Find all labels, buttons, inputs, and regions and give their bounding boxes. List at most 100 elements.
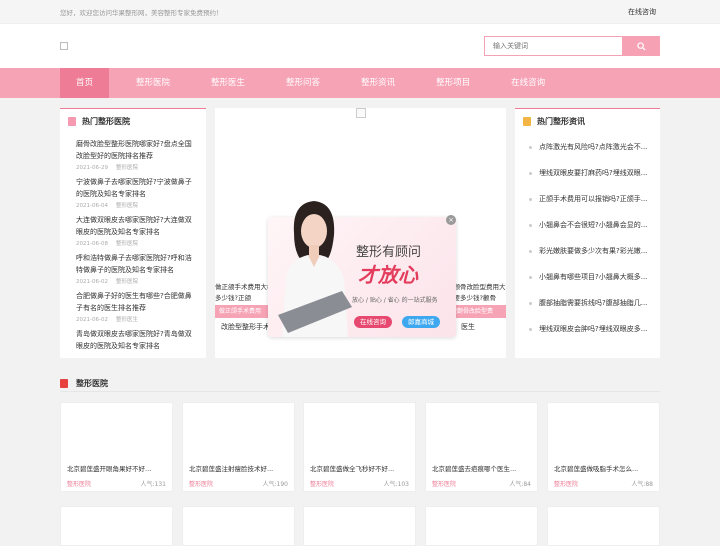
item-title[interactable]: 合肥做鼻子好的医生有哪些?合肥做鼻子有名的医生排名推荐 <box>76 290 198 314</box>
bullet-icon <box>529 197 532 201</box>
featured-caption[interactable]: 改脸型整形手术 <box>221 322 270 332</box>
hospital-card[interactable]: 北京碧莲盛注射瘦脸技术好... 整形医院 人气:190 <box>182 402 295 492</box>
card-title[interactable]: 北京碧莲盛做全飞秒好不好... <box>310 463 409 473</box>
nav-home[interactable]: 首页 <box>60 68 110 98</box>
hospital-card[interactable]: 北京碧莲盛做全飞秒好不好... 整形医院 人气:103 <box>303 402 416 492</box>
section-icon <box>60 379 68 388</box>
card-tag[interactable]: 整形医院 <box>554 479 578 488</box>
bullet-icon <box>529 249 532 253</box>
hospital-card[interactable] <box>60 506 173 546</box>
consult-popup: × 整形有顾问 才放心 放心 / 贴心 / 省心 的一站式服务 在线咨询 郎嘉商… <box>268 195 458 337</box>
item-title[interactable]: 呼和浩特做鼻子去哪家医院好?呼和浩特做鼻子的医院及知名专家排名 <box>76 252 198 276</box>
card-title[interactable]: 北京碧莲盛开眼角果好不好... <box>67 463 166 473</box>
card-title[interactable]: 北京碧莲盛注射瘦脸技术好... <box>189 463 288 473</box>
hospital-card[interactable]: 北京碧莲盛开眼角果好不好... 整形医院 人气:131 <box>60 402 173 492</box>
top-bar: 您好，欢迎您访问华果整形网，美容整形专家免费预约！ 在线咨询 <box>0 0 720 24</box>
card-views: 人气:103 <box>383 481 409 488</box>
item-meta: 2021-06-02 整形医院 <box>76 279 138 285</box>
news-item[interactable]: 点阵激光有风险吗?点阵激光会不... <box>515 134 660 160</box>
logo-image[interactable] <box>60 42 68 50</box>
panel-title: 热门整形资讯 <box>515 108 660 134</box>
card-meta: 整形医院 人气:131 <box>67 479 166 488</box>
card-meta: 整形医院 人气:103 <box>310 479 409 488</box>
search-box <box>484 36 660 56</box>
card-views: 人气:88 <box>631 481 653 488</box>
search-button[interactable] <box>622 36 660 56</box>
item-meta: 2021-06-29 整形医院 <box>76 165 138 171</box>
nav-projects[interactable]: 整形项目 <box>422 68 484 98</box>
nav-hospitals[interactable]: 整形医院 <box>122 68 184 98</box>
card-tag[interactable]: 整形医院 <box>189 479 213 488</box>
featured-caption[interactable]: 医生 <box>461 322 475 332</box>
section-title: 整形医院 <box>76 379 108 388</box>
bullet-icon <box>529 301 532 305</box>
nav-doctors[interactable]: 整形医生 <box>197 68 259 98</box>
hospital-card[interactable] <box>425 506 538 546</box>
item-title[interactable]: 大连做双眼皮去哪家医院好?大连做双眼皮的医院及知名专家排名 <box>76 214 198 238</box>
section-header: 整形医院 <box>60 376 660 392</box>
news-item[interactable]: 埋线双眼皮会肿吗?埋线双眼皮多... <box>515 316 660 342</box>
card-tag[interactable]: 整形医院 <box>432 479 456 488</box>
list-item[interactable]: 宁波做鼻子去哪家医院好?宁波做鼻子的医院及知名专家排名 2021-06-04 整形医… <box>60 176 206 210</box>
item-meta: 2021-06-04 整形医院 <box>76 203 138 209</box>
nav-news[interactable]: 整形资讯 <box>347 68 409 98</box>
card-views: 人气:190 <box>262 481 288 488</box>
card-tag[interactable]: 整形医院 <box>310 479 334 488</box>
card-title[interactable]: 北京碧莲盛做吸脂手术怎么... <box>554 463 653 473</box>
online-consult-button[interactable]: 在线咨询 <box>354 316 392 328</box>
document-icon <box>68 117 76 126</box>
list-item[interactable]: 大连做双眼皮去哪家医院好?大连做双眼皮的医院及知名专家排名 2021-06-08 整… <box>60 214 206 248</box>
bullet-icon <box>529 275 532 279</box>
header <box>0 24 720 68</box>
list-item[interactable]: 磨骨改脸型整形医院哪家好?盘点全国改脸型好的医院排名推荐 2021-06-29 整形… <box>60 138 206 172</box>
card-tag[interactable]: 整形医院 <box>67 479 91 488</box>
card-meta: 整形医院 人气:88 <box>554 479 653 488</box>
panel-title: 热门整形医院 <box>60 108 206 134</box>
list-item[interactable]: 合肥做鼻子好的医生有哪些?合肥做鼻子有名的医生排名推荐 2021-06-02 整形医… <box>60 290 206 324</box>
bullet-icon <box>529 327 532 331</box>
hospital-card[interactable] <box>182 506 295 546</box>
item-meta: 2021-06-02 整形医生 <box>76 317 138 323</box>
news-item[interactable]: 小翘鼻会不会很短?小翘鼻会显的... <box>515 212 660 238</box>
close-icon[interactable]: × <box>446 215 456 225</box>
news-item[interactable]: 小翘鼻有哪些项目?小翘鼻大概多... <box>515 264 660 290</box>
bullet-icon <box>529 145 532 149</box>
news-item[interactable]: 腹部抽脂需要拆线吗?腹部抽脂几... <box>515 290 660 316</box>
nav-qa[interactable]: 整形问答 <box>272 68 334 98</box>
hospital-card[interactable]: 北京碧莲盛去疤痕哪个医生... 整形医院 人气:84 <box>425 402 538 492</box>
hot-hospitals-panel: 热门整形医院 磨骨改脸型整形医院哪家好?盘点全国改脸型好的医院排名推荐 2021-… <box>60 108 206 358</box>
card-views: 人气:84 <box>509 481 531 488</box>
list-item[interactable]: 呼和浩特做鼻子去哪家医院好?呼和浩特做鼻子的医院及知名专家排名 2021-06-0… <box>60 252 206 286</box>
card-views: 人气:131 <box>140 481 166 488</box>
item-title[interactable]: 宁波做鼻子去哪家医院好?宁波做鼻子的医院及知名专家排名 <box>76 176 198 200</box>
mall-button[interactable]: 郎嘉商城 <box>402 316 440 328</box>
top-consult-link[interactable]: 在线咨询 <box>628 7 656 17</box>
broken-image-icon[interactable] <box>356 108 366 118</box>
card-meta: 整形医院 人气:84 <box>432 479 531 488</box>
card-meta: 整形医院 人气:190 <box>189 479 288 488</box>
news-item[interactable]: 彩光嫩肤要做多少次有果?彩光嫩... <box>515 238 660 264</box>
popup-slogan: 才放心 <box>358 263 418 287</box>
hot-news-panel: 热门整形资讯 点阵激光有风险吗?点阵激光会不... 埋线双眼皮要打麻药吗?埋线双… <box>515 108 660 358</box>
item-title[interactable]: 磨骨改脸型整形医院哪家好?盘点全国改脸型好的医院排名推荐 <box>76 138 198 162</box>
item-title[interactable]: 青岛做双眼皮去哪家医院好?青岛做双眼皮的医院及知名专家排名 <box>76 328 198 352</box>
consultant-photo <box>278 201 352 337</box>
popup-headline: 整形有顾问 <box>356 245 422 260</box>
search-icon <box>636 41 646 51</box>
search-input[interactable] <box>484 36 622 56</box>
card-title[interactable]: 北京碧莲盛去疤痕哪个医生... <box>432 463 531 473</box>
news-item[interactable]: 埋线双眼皮要打麻药吗?埋线双眼... <box>515 160 660 186</box>
news-item[interactable]: 正颌手术费用可以报销吗?正颌手... <box>515 186 660 212</box>
item-meta: 2021-06-08 整形医院 <box>76 241 138 247</box>
document-icon <box>523 117 531 126</box>
popup-subtitle: 放心 / 贴心 / 省心 的一站式服务 <box>352 297 438 304</box>
welcome-text: 您好，欢迎您访问华果整形网，美容整形专家免费预约！ <box>60 8 223 17</box>
hospital-card[interactable] <box>303 506 416 546</box>
list-item[interactable]: 青岛做双眼皮去哪家医院好?青岛做双眼皮的医院及知名专家排名 <box>60 328 206 352</box>
bullet-icon <box>529 171 532 175</box>
hospital-card[interactable]: 北京碧莲盛做吸脂手术怎么... 整形医院 人气:88 <box>547 402 660 492</box>
main-nav: 首页 整形医院 整形医生 整形问答 整形资讯 整形项目 在线咨询 <box>0 68 720 98</box>
hospital-card[interactable] <box>547 506 660 546</box>
nav-consult[interactable]: 在线咨询 <box>497 68 559 98</box>
bullet-icon <box>529 223 532 227</box>
